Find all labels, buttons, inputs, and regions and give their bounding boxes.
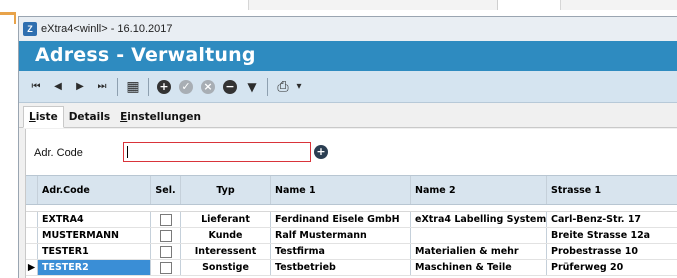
cell-name2: Maschinen & Teile (411, 260, 547, 275)
column-header-sel[interactable]: Sel. (151, 176, 181, 204)
tab-einstellungen-label: instellungen (127, 111, 202, 123)
column-header-strasse1[interactable]: Strasse 1 (547, 176, 677, 204)
cell-name2 (411, 228, 547, 243)
tab-liste-mnemonic: L (29, 111, 36, 123)
table-row[interactable]: EXTRA4 Lieferant Ferdinand Eisele GmbH e… (26, 212, 677, 228)
cell-adr-code: TESTER1 (38, 244, 151, 259)
dropdown-arrow-icon[interactable]: ▾ (294, 76, 304, 98)
app-window: Z eXtra4<winll> - 16.10.2017 Adress - Ve… (18, 16, 677, 278)
cell-name1: Ferdinand Eisele GmbH (271, 212, 411, 227)
filter-icon[interactable]: ▼ (241, 76, 263, 98)
cell-name1: Testfirma (271, 244, 411, 259)
search-add-button[interactable]: + (314, 145, 328, 159)
toolbar-separator (117, 77, 118, 96)
window-title: eXtra4<winll> - 16.10.2017 (41, 23, 173, 35)
tab-details[interactable]: Details (64, 107, 115, 127)
cancel-icon: × (201, 79, 215, 94)
add-button[interactable]: + (153, 76, 175, 98)
table-filter-row (26, 205, 677, 212)
text-caret (127, 146, 128, 158)
delete-button[interactable]: − (219, 76, 241, 98)
address-table: Adr.Code Sel. Typ Name 1 Name 2 Strasse … (26, 175, 677, 276)
cell-strasse1: Prüferweg 20 (551, 262, 624, 273)
title-bar[interactable]: Z eXtra4<winll> - 16.10.2017 (19, 17, 677, 41)
cell-adr-code: MUSTERMANN (38, 228, 151, 243)
cell-typ: Sonstige (181, 260, 271, 275)
grid-view-icon[interactable]: ▦ (122, 76, 144, 98)
toolbar: ⏮ ◀ ▶ ⏭ ▦ + ✓ × − ▼ ⎙ ▾ (19, 71, 677, 103)
cell-sel (151, 244, 181, 259)
list-panel: Adr. Code + Adr.Code Sel. Typ Name 1 Nam… (25, 129, 677, 278)
last-record-icon[interactable]: ⏭ (91, 76, 113, 98)
table-header: Adr.Code Sel. Typ Name 1 Name 2 Strasse … (26, 175, 677, 205)
cell-adr-code: TESTER2 (38, 260, 151, 275)
toolbar-separator (148, 77, 149, 96)
row-indicator (26, 212, 38, 227)
cancel-button[interactable]: × (197, 76, 219, 98)
background-window-edge (560, 0, 677, 10)
current-row-arrow-icon: ▶ (26, 260, 38, 275)
page-title: Adress - Verwaltung (35, 44, 256, 66)
app-logo-icon: Z (23, 22, 37, 36)
cell-sel (151, 212, 181, 227)
tab-details-label: Details (68, 111, 111, 123)
cell-strasse1: Carl-Benz-Str. 17 (551, 214, 642, 225)
select-checkbox[interactable] (159, 245, 172, 258)
tab-liste[interactable]: Liste (23, 106, 64, 128)
row-indicator-header (26, 176, 38, 204)
cell-name1: Testbetrieb (271, 260, 411, 275)
cell-typ: Interessent (181, 244, 271, 259)
delete-icon: − (223, 79, 237, 94)
cell-adr-code: EXTRA4 (38, 212, 151, 227)
print-icon[interactable]: ⎙ (272, 76, 294, 98)
column-header-name1[interactable]: Name 1 (271, 176, 411, 204)
column-header-typ[interactable]: Typ (181, 176, 271, 204)
confirm-button[interactable]: ✓ (175, 76, 197, 98)
search-row: Adr. Code + (26, 129, 677, 173)
tab-liste-label: iste (35, 111, 58, 123)
cell-name2: Materialien & mehr (411, 244, 547, 259)
first-record-icon[interactable]: ⏮ (25, 76, 47, 98)
row-indicator (26, 228, 38, 243)
column-header-name2[interactable]: Name 2 (411, 176, 547, 204)
cell-sel (151, 260, 181, 275)
table-row[interactable]: MUSTERMANN Kunde Ralf Mustermann Breite … (26, 228, 677, 244)
select-checkbox[interactable] (159, 213, 172, 226)
cell-name2: eXtra4 Labelling Systems (411, 212, 547, 227)
select-checkbox[interactable] (159, 229, 172, 242)
background-window-edge (248, 0, 498, 10)
cell-sel (151, 228, 181, 243)
next-record-icon[interactable]: ▶ (69, 76, 91, 98)
cell-typ: Kunde (181, 228, 271, 243)
cell-typ: Lieferant (181, 212, 271, 227)
table-row-selected[interactable]: ▶ TESTER2 Sonstige Testbetrieb Maschinen… (26, 260, 677, 276)
tab-bar: Liste Details Einstellungen (19, 104, 677, 128)
toolbar-separator (267, 77, 268, 96)
table-row[interactable]: TESTER1 Interessent Testfirma Materialie… (26, 244, 677, 260)
adr-code-search-input[interactable] (123, 142, 311, 162)
tab-einstellungen[interactable]: Einstellungen (115, 107, 206, 127)
cell-strasse1: Breite Strasse 12a (551, 230, 651, 241)
prev-record-icon[interactable]: ◀ (47, 76, 69, 98)
add-icon: + (157, 79, 171, 94)
select-checkbox[interactable] (159, 261, 172, 274)
confirm-icon: ✓ (179, 79, 193, 94)
cell-name1: Ralf Mustermann (271, 228, 411, 243)
background-highlight (14, 12, 16, 24)
cell-strasse1: Probestrasse 10 (551, 246, 638, 257)
row-indicator (26, 244, 38, 259)
column-header-adr-code[interactable]: Adr.Code (38, 176, 151, 204)
search-label: Adr. Code (34, 147, 83, 159)
page-header: Adress - Verwaltung (19, 41, 677, 71)
